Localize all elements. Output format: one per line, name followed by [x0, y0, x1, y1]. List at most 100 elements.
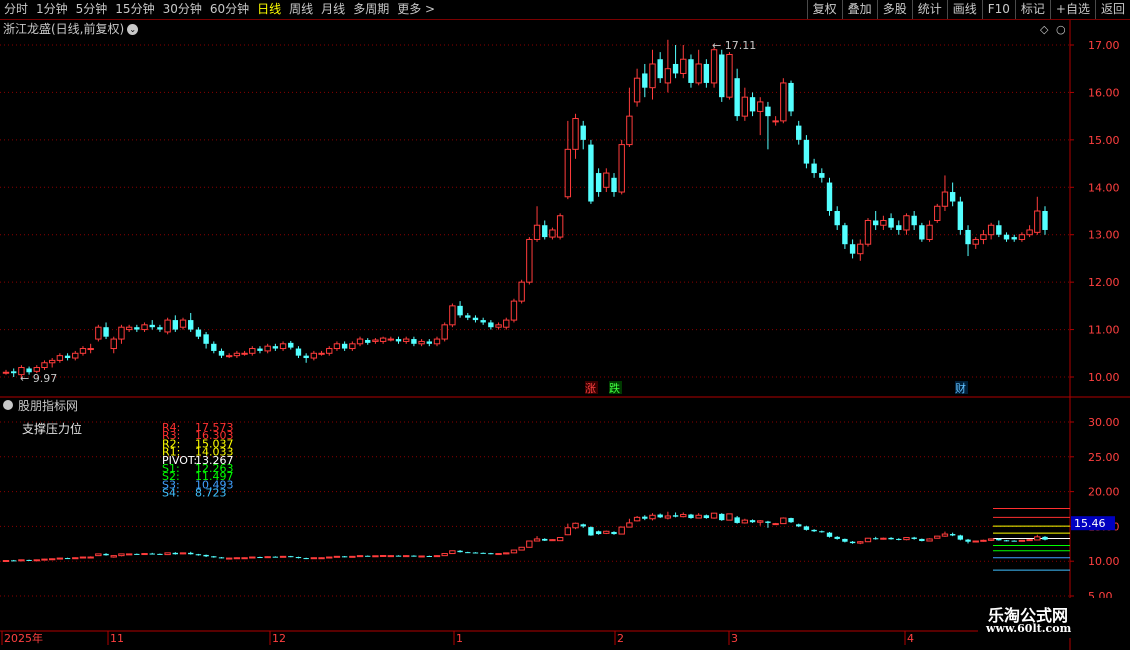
- candle-body-down: [957, 201, 964, 230]
- candle-body-down: [749, 97, 756, 112]
- indicator-candle-up: [572, 522, 579, 529]
- candle-body-up: [864, 219, 872, 245]
- candle-body-up: [741, 96, 749, 117]
- indicator-candle-up: [564, 527, 572, 536]
- indicator-candle-up: [79, 556, 87, 559]
- candle-body-down: [542, 225, 548, 238]
- indicator-candle-down: [480, 552, 486, 554]
- candle-body-down: [157, 327, 163, 330]
- candle-body-up: [110, 338, 117, 350]
- candle-body-down: [11, 371, 17, 374]
- candle-body-up: [633, 77, 641, 103]
- candle-body-down: [64, 355, 71, 359]
- event-marker: 涨: [585, 382, 596, 395]
- candle-body-up: [503, 319, 510, 328]
- candle-body-up: [695, 63, 702, 84]
- candle-body-up: [1026, 229, 1033, 236]
- indicator-candle-down: [472, 552, 479, 554]
- indicator-candle-up: [441, 553, 448, 557]
- candle-body-up: [2, 371, 10, 374]
- candle-body-down: [834, 211, 840, 226]
- indicator-candle-up: [87, 556, 94, 559]
- indicator-candle-up: [356, 555, 364, 558]
- indicator-candle-down: [896, 538, 902, 540]
- indicator-candle-up: [710, 512, 718, 519]
- candle-body-down: [888, 218, 894, 228]
- indicator-candle-down: [211, 556, 217, 558]
- indicator-candle-up: [633, 516, 641, 522]
- candle-body-down: [849, 244, 856, 254]
- candle-body-up: [603, 172, 610, 188]
- indicator-candle-up: [33, 559, 40, 562]
- indicator-candle-down: [688, 514, 694, 519]
- indicator-candle-up: [41, 558, 48, 561]
- candle-body-down: [203, 334, 209, 344]
- candle-body-down: [1011, 237, 1017, 240]
- indicator-candle-down: [965, 539, 971, 542]
- candle-body-down: [688, 59, 694, 83]
- price-tick-label: 17.00: [1088, 39, 1120, 52]
- indicator-candle-up: [757, 520, 764, 523]
- candle-body-down: [465, 315, 471, 318]
- indicator-tick-label: 20.00: [1088, 486, 1120, 499]
- indicator-candle-up: [326, 556, 333, 559]
- candle-body-up: [757, 101, 764, 112]
- candle-body-down: [257, 348, 263, 351]
- indicator-candle-up: [926, 538, 933, 542]
- candle-body-down: [303, 355, 309, 359]
- candle-body-up: [418, 340, 425, 345]
- indicator-candle-up: [379, 554, 387, 557]
- indicator-candle-up: [264, 556, 271, 559]
- candle-body-down: [949, 192, 956, 202]
- indicator-candle-up: [903, 537, 910, 541]
- candle-body-down: [911, 215, 917, 226]
- candle-body-up: [433, 338, 441, 345]
- candle-body-up: [403, 338, 410, 342]
- indicator-candle-up: [48, 558, 56, 561]
- candle-body-up: [549, 229, 556, 238]
- indicator-candle-up: [279, 555, 287, 558]
- candle-body-down: [703, 63, 710, 83]
- candle-body-down: [488, 322, 494, 328]
- indicator-candle-down: [457, 550, 463, 553]
- indicator-candle-up: [372, 555, 379, 558]
- candle-body-up: [880, 219, 887, 226]
- indicator-candle-up: [125, 553, 133, 556]
- indicator-candle-down: [949, 534, 956, 536]
- indicator-candle-down: [172, 552, 179, 555]
- indicator-tick-label: 25.00: [1088, 451, 1120, 464]
- candle-body-up: [333, 343, 341, 350]
- candle-body-up: [941, 191, 949, 207]
- candle-body-up: [79, 348, 87, 354]
- candle-body-up: [980, 234, 987, 240]
- indicator-candle-down: [888, 537, 894, 540]
- max-price-label: ← 17.11: [712, 39, 756, 52]
- date-label: 12: [272, 632, 286, 645]
- indicator-candle-up: [225, 557, 233, 560]
- diamond-icon: ◇: [1040, 23, 1049, 36]
- candle-body-up: [780, 82, 787, 122]
- candle-body-down: [872, 220, 879, 226]
- indicator-candle-up: [972, 540, 979, 543]
- indicator-candle-up: [110, 555, 117, 558]
- candle-body-down: [796, 125, 802, 140]
- candle-body-down: [211, 343, 217, 351]
- candle-body-up: [987, 224, 995, 236]
- candle-body-down: [411, 339, 417, 344]
- candle-body-down: [188, 320, 194, 330]
- candle-body-down: [819, 173, 825, 178]
- indicator-candle-down: [257, 557, 263, 559]
- indicator-candle-up: [318, 557, 325, 560]
- candle-body-up: [225, 355, 233, 358]
- indicator-candle-down: [826, 532, 833, 537]
- candle-body-up: [710, 49, 718, 84]
- candle-body-down: [580, 125, 586, 140]
- indicator-candle-up: [726, 513, 733, 521]
- indicator-candle-up: [495, 553, 502, 556]
- indicator-label: 支撑压力位: [22, 421, 82, 436]
- indicator-candle-down: [288, 556, 294, 558]
- indicator-candle-down: [303, 558, 309, 560]
- indicator-candle-up: [941, 533, 949, 537]
- indicator-candle-down: [11, 560, 17, 562]
- indicator-candle-down: [26, 559, 32, 561]
